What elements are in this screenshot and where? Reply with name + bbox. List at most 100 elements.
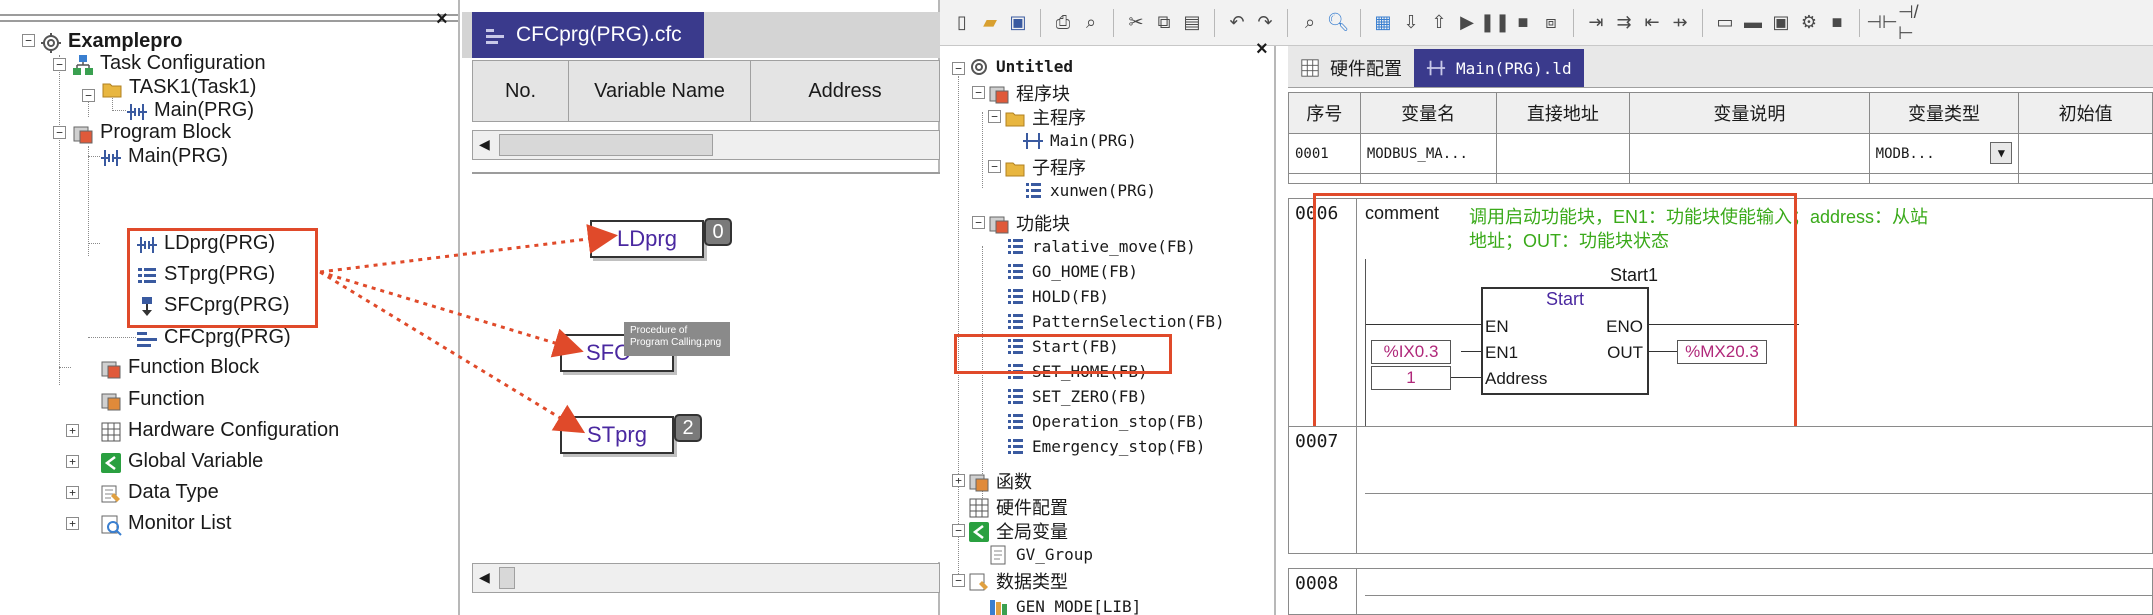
tree-item-fb[interactable]: ralative_move(FB) xyxy=(1004,236,1196,256)
tree-item-fb[interactable]: SET_ZERO(FB) xyxy=(1004,386,1148,406)
coil-icon[interactable]: ⊣/⊢ xyxy=(1898,2,1922,43)
tree-item-label: GV_Group xyxy=(1016,544,1094,564)
tree-expander[interactable]: − xyxy=(972,216,985,229)
paste-icon[interactable]: ▤ xyxy=(1180,11,1204,35)
tree-expander[interactable]: − xyxy=(952,62,965,75)
new-file-icon[interactable]: ▯ xyxy=(950,11,974,35)
structured-text-icon xyxy=(1004,236,1026,256)
tree-item-label: 全局变量 xyxy=(996,522,1068,543)
column-header-index[interactable]: 序号 xyxy=(1289,93,1361,133)
search-icon[interactable]: 🔍︎ xyxy=(1326,11,1350,35)
step-out-icon[interactable]: ⇤ xyxy=(1640,11,1664,35)
redo-icon[interactable]: ↷ xyxy=(1253,11,1277,35)
stop-square-icon[interactable]: ■ xyxy=(1825,11,1849,35)
tree-item-program-blocks[interactable]: 程序块 xyxy=(988,80,1070,106)
close-icon[interactable]: × xyxy=(1256,38,1268,61)
breakpoint-icon[interactable]: ⇸ xyxy=(1668,11,1692,35)
cell-var-type[interactable]: MODB... ▼ xyxy=(1870,134,2020,173)
tree-item-data-types[interactable]: 数据类型 xyxy=(968,568,1068,594)
contact-icon[interactable]: ⊣⊢ xyxy=(1866,11,1897,35)
copy-icon[interactable]: ⧉ xyxy=(1152,11,1176,35)
tree-item-main[interactable]: Main(PRG) xyxy=(1022,130,1137,150)
document-icon xyxy=(988,544,1010,565)
compile-icon[interactable]: ▦ xyxy=(1371,11,1395,35)
tree-item-global-variables[interactable]: 全局变量 xyxy=(968,518,1068,544)
tree-item-main-programs[interactable]: 主程序 xyxy=(1004,104,1086,130)
tree-item-sub-programs[interactable]: 子程序 xyxy=(1004,154,1086,180)
tab-hardware-config[interactable]: 硬件配置 xyxy=(1288,49,1414,87)
tree-item-hardware-config[interactable]: 硬件配置 xyxy=(968,494,1068,520)
tree-item-label: GO_HOME(FB) xyxy=(1032,261,1138,281)
gear-icon xyxy=(968,56,990,76)
tree-expander[interactable]: − xyxy=(972,86,985,99)
tree-item-label: 数据类型 xyxy=(996,572,1068,593)
save-icon[interactable]: ▣ xyxy=(1006,11,1030,35)
cell-initial-value[interactable] xyxy=(2019,134,2152,173)
tab-main-prg-ld[interactable]: Main(PRG).ld xyxy=(1414,49,1584,87)
window-max-icon[interactable]: ▣ xyxy=(1769,11,1793,35)
tree-expander[interactable]: − xyxy=(952,524,965,537)
column-header-direct-address[interactable]: 直接地址 xyxy=(1497,93,1631,133)
pause-icon[interactable]: ❚❚ xyxy=(1480,11,1510,35)
ladder-rung-0008[interactable]: 0008 xyxy=(1288,568,2153,615)
folder-icon xyxy=(1004,157,1026,177)
tree-item-fb[interactable]: PatternSelection(FB) xyxy=(1004,311,1225,331)
tree-item-gv-group[interactable]: GV_Group xyxy=(988,544,1094,565)
find-icon[interactable]: ⌕ xyxy=(1298,11,1322,35)
rung-number: 0007 xyxy=(1289,427,1357,553)
structured-text-icon xyxy=(1022,180,1044,200)
rung-number: 0008 xyxy=(1289,569,1357,614)
tree-item-function-blocks[interactable]: 功能块 xyxy=(988,210,1070,236)
arrow-to-ldprg xyxy=(319,224,618,274)
cut-icon[interactable]: ✂ xyxy=(1124,11,1148,35)
cell-var-name[interactable]: MODBUS_MA... xyxy=(1361,134,1497,173)
arrow-to-stprg xyxy=(319,270,586,434)
tree-item-xunwen[interactable]: xunwen(PRG) xyxy=(1022,180,1156,200)
download-icon[interactable]: ⇩ xyxy=(1399,11,1423,35)
undo-icon[interactable]: ↶ xyxy=(1225,11,1249,35)
function-icon xyxy=(968,471,990,492)
cell-var-description[interactable] xyxy=(1630,134,1870,173)
tree-root-untitled[interactable]: Untitled xyxy=(968,56,1073,76)
structured-text-icon xyxy=(1004,411,1026,431)
tree-item-label: 子程序 xyxy=(1032,158,1086,179)
open-folder-icon[interactable]: ▰ xyxy=(978,11,1002,35)
column-header-var-type[interactable]: 变量类型 xyxy=(1870,93,2020,133)
step-into-icon[interactable]: ⇥ xyxy=(1584,11,1608,35)
variable-table-header: 序号 变量名 直接地址 变量说明 变量类型 初始值 xyxy=(1288,92,2153,134)
ladder-rung-0007[interactable]: 0007 xyxy=(1288,426,2153,554)
stop-icon[interactable]: ■ xyxy=(1511,11,1535,35)
settings-icon[interactable]: ⚙ xyxy=(1797,11,1821,35)
chevron-down-icon[interactable]: ▼ xyxy=(1990,142,2013,164)
tree-item-fb[interactable]: GO_HOME(FB) xyxy=(1004,261,1138,281)
tree-item-functions[interactable]: 函数 xyxy=(968,468,1032,494)
tree-item-fb[interactable]: Emergency_stop(FB) xyxy=(1004,436,1205,456)
tree-expander[interactable]: + xyxy=(952,474,965,487)
tab-label: Main(PRG).ld xyxy=(1456,58,1572,78)
structured-text-icon xyxy=(1004,261,1026,281)
tree-item-fb[interactable]: Operation_stop(FB) xyxy=(1004,411,1205,431)
window-icon[interactable]: ▭ xyxy=(1713,11,1737,35)
tab-label: 硬件配置 xyxy=(1330,59,1402,79)
column-header-var-description[interactable]: 变量说明 xyxy=(1630,93,1870,133)
tree-expander[interactable]: − xyxy=(988,160,1001,173)
upload-icon[interactable]: ⇧ xyxy=(1427,11,1451,35)
run-icon[interactable]: ▶ xyxy=(1455,11,1479,35)
step-over-icon[interactable]: ⇉ xyxy=(1612,11,1636,35)
cell-direct-address[interactable] xyxy=(1497,134,1631,173)
ladder-rung-0006[interactable]: 0006 comment 调用启动功能块，EN1：功能块使能输入；address… xyxy=(1288,193,2153,452)
tree-expander[interactable]: − xyxy=(988,110,1001,123)
monitor-icon[interactable]: ⧈ xyxy=(1539,11,1563,35)
tree-item-label: Emergency_stop(FB) xyxy=(1032,436,1206,456)
tree-expander[interactable]: − xyxy=(952,574,965,587)
column-header-var-name[interactable]: 变量名 xyxy=(1361,93,1497,133)
table-row[interactable]: 0001 MODBUS_MA... MODB... ▼ xyxy=(1288,134,2153,174)
column-header-initial-value[interactable]: 初始值 xyxy=(2019,93,2152,133)
tree-item-gen-mode[interactable]: GEN_MODE[LIB] xyxy=(988,596,1141,615)
window-split-icon[interactable]: ▬ xyxy=(1741,11,1765,35)
print-preview-icon[interactable]: ⌕ xyxy=(1079,11,1103,35)
tree-item-label: SET_ZERO(FB) xyxy=(1032,386,1148,406)
structured-text-icon xyxy=(1004,436,1026,456)
print-icon[interactable]: ⎙ xyxy=(1051,11,1075,35)
tree-item-fb[interactable]: HOLD(FB) xyxy=(1004,286,1109,306)
